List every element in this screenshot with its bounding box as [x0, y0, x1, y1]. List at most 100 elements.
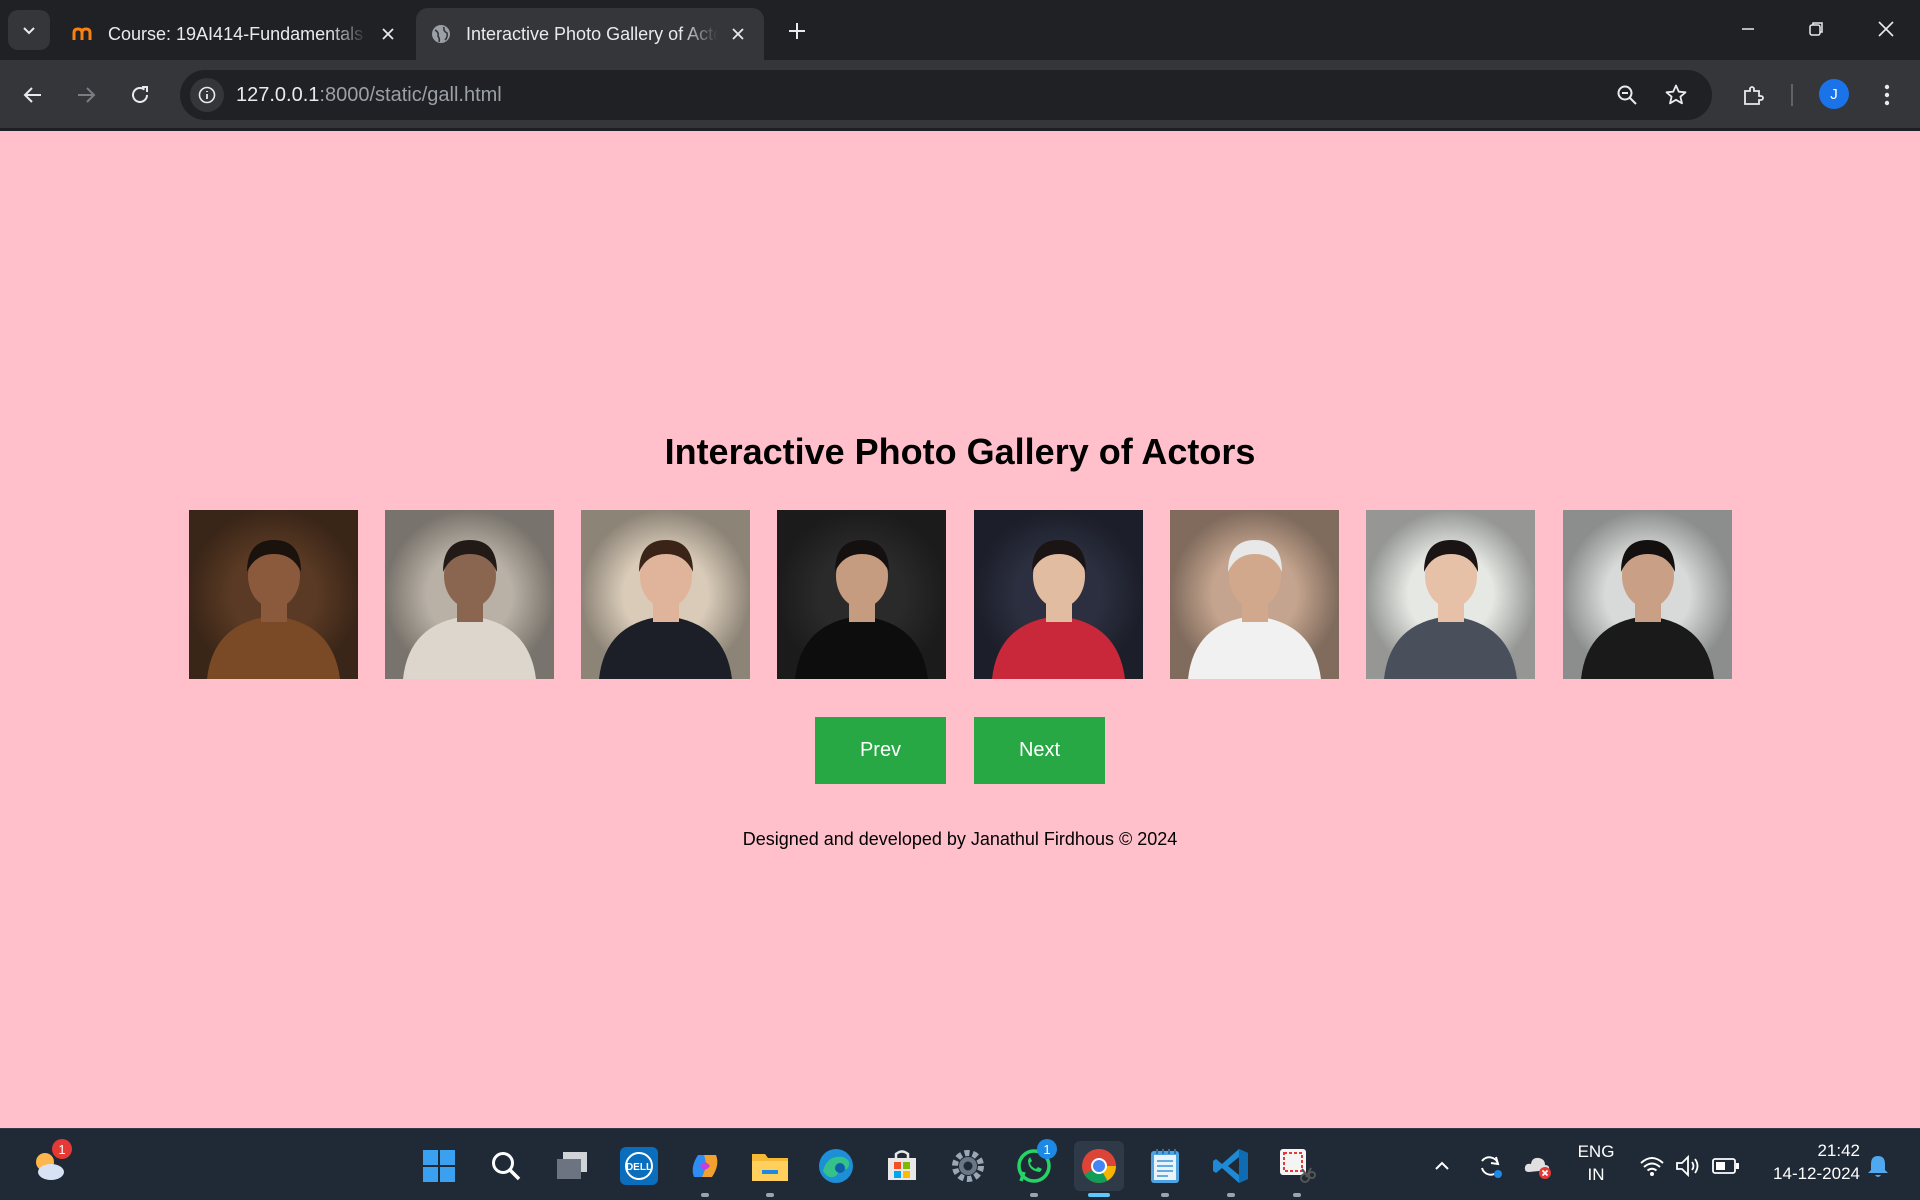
- tab-course[interactable]: Course: 19AI414-Fundamentals: [58, 8, 414, 60]
- snipping-tool-app[interactable]: [1272, 1141, 1322, 1197]
- menu-button[interactable]: [1867, 75, 1907, 115]
- clock-date: 14-12-2024: [1773, 1164, 1860, 1183]
- volume-icon[interactable]: [1673, 1151, 1703, 1181]
- new-tab-button[interactable]: [780, 14, 814, 48]
- portrait-image: [1563, 510, 1732, 679]
- portrait-image: [1170, 510, 1339, 679]
- profile-avatar[interactable]: J: [1819, 79, 1849, 109]
- page-title: Interactive Photo Gallery of Actors: [664, 431, 1256, 472]
- page-viewport: Interactive Photo Gallery of Actors Prev…: [0, 131, 1920, 1128]
- forward-arrow-icon: [78, 87, 96, 103]
- prev-button[interactable]: Prev: [815, 717, 946, 784]
- bookmark-star-icon[interactable]: [1659, 78, 1693, 112]
- actor-photo-8[interactable]: [1563, 510, 1732, 679]
- edge-icon: [819, 1149, 853, 1183]
- puzzle-icon: [1744, 86, 1764, 105]
- actor-photo-4[interactable]: [777, 510, 946, 679]
- portrait-image: [777, 510, 946, 679]
- edge-app[interactable]: [811, 1141, 861, 1191]
- actor-photo-7[interactable]: [1366, 510, 1535, 679]
- clock-time: 21:42: [1817, 1141, 1860, 1160]
- task-view-button[interactable]: [547, 1141, 597, 1191]
- portrait-image: [1366, 510, 1535, 679]
- settings-icon: [952, 1150, 984, 1182]
- notepad-app[interactable]: [1140, 1141, 1190, 1197]
- task-view-icon: [557, 1152, 587, 1179]
- taskbar: 1 DELL 1 ENG IN 21:42 14-12-2024: [0, 1128, 1920, 1200]
- whatsapp-app[interactable]: 1: [1009, 1139, 1059, 1197]
- actor-photo-1[interactable]: [189, 510, 358, 679]
- page-footer: Designed and developed by Janathul Firdh…: [742, 829, 1178, 849]
- restore-icon: [1809, 22, 1823, 36]
- notification-bell-icon[interactable]: [1863, 1151, 1893, 1181]
- back-button[interactable]: [13, 75, 53, 115]
- file-explorer-icon: [752, 1154, 788, 1181]
- show-hidden-icons-button[interactable]: [1427, 1151, 1457, 1181]
- close-tab-icon[interactable]: [376, 22, 400, 46]
- chevron-down-icon: [23, 27, 35, 35]
- zoom-icon[interactable]: [1610, 78, 1644, 112]
- chrome-app[interactable]: [1074, 1141, 1124, 1197]
- wifi-icon[interactable]: [1637, 1151, 1667, 1181]
- back-arrow-icon: [23, 87, 41, 103]
- chevron-up-icon: [1435, 1161, 1449, 1170]
- actor-photo-3[interactable]: [581, 510, 750, 679]
- tab-search-button[interactable]: [8, 10, 50, 50]
- browser-toolbar: 127.0.0.1:8000/static/gall.html J: [0, 60, 1920, 130]
- tab-title: Course: 19AI414-Fundamentals: [108, 23, 364, 44]
- language-code: ENG: [1577, 1142, 1615, 1161]
- dell-icon: DELL: [620, 1147, 658, 1185]
- tab-strip: Course: 19AI414-Fundamentals Interactive…: [0, 0, 1920, 60]
- snipping-tool-icon: [1280, 1149, 1316, 1183]
- actor-photo-2[interactable]: [385, 510, 554, 679]
- reload-icon: [132, 86, 148, 103]
- chrome-icon: [1082, 1149, 1116, 1183]
- start-button[interactable]: [414, 1141, 464, 1191]
- battery-icon[interactable]: [1711, 1151, 1741, 1181]
- forward-button[interactable]: [66, 75, 106, 115]
- close-window-button[interactable]: [1858, 6, 1914, 52]
- search-icon: [492, 1152, 521, 1181]
- active-indicator: [1088, 1193, 1110, 1197]
- vscode-app[interactable]: [1206, 1141, 1256, 1197]
- reload-button[interactable]: [120, 75, 160, 115]
- language-indicator[interactable]: ENG IN: [1568, 1142, 1624, 1185]
- address-bar[interactable]: 127.0.0.1:8000/static/gall.html: [180, 70, 1712, 120]
- restore-button[interactable]: [1788, 6, 1844, 52]
- portrait-image: [189, 510, 358, 679]
- running-indicator: [766, 1193, 774, 1197]
- weather-widget[interactable]: 1: [24, 1139, 74, 1191]
- dell-app[interactable]: DELL: [614, 1141, 664, 1191]
- copilot-icon: [692, 1155, 718, 1177]
- globe-icon: [430, 23, 452, 45]
- site-info-icon[interactable]: [190, 78, 224, 112]
- onedrive-error-icon[interactable]: [1523, 1151, 1553, 1181]
- minimize-icon: [1742, 28, 1754, 30]
- next-button[interactable]: Next: [974, 717, 1105, 784]
- toolbar-divider: [1791, 84, 1793, 106]
- plus-icon: [789, 23, 805, 39]
- store-icon: [888, 1150, 916, 1180]
- actor-photo-6[interactable]: [1170, 510, 1339, 679]
- file-explorer-app[interactable]: [745, 1141, 795, 1197]
- portrait-image: [974, 510, 1143, 679]
- photo-gallery: [189, 510, 1732, 680]
- store-app[interactable]: [877, 1141, 927, 1191]
- actor-photo-5[interactable]: [974, 510, 1143, 679]
- minimize-button[interactable]: [1720, 6, 1776, 52]
- url-path: :8000/static/gall.html: [319, 84, 502, 106]
- sync-icon[interactable]: [1475, 1151, 1505, 1181]
- notification-badge: 1: [1037, 1139, 1057, 1159]
- settings-app[interactable]: [943, 1141, 993, 1191]
- running-indicator: [1161, 1193, 1169, 1197]
- search-button[interactable]: [481, 1141, 531, 1191]
- url-host: 127.0.0.1: [236, 84, 320, 106]
- notepad-icon: [1151, 1149, 1179, 1183]
- clock[interactable]: 21:42 14-12-2024: [1756, 1141, 1860, 1184]
- copilot-app[interactable]: [680, 1141, 730, 1197]
- start-icon: [423, 1150, 455, 1182]
- close-tab-icon[interactable]: [726, 22, 750, 46]
- portrait-image: [581, 510, 750, 679]
- extensions-button[interactable]: [1733, 75, 1773, 115]
- tab-gallery[interactable]: Interactive Photo Gallery of Actors: [416, 8, 764, 60]
